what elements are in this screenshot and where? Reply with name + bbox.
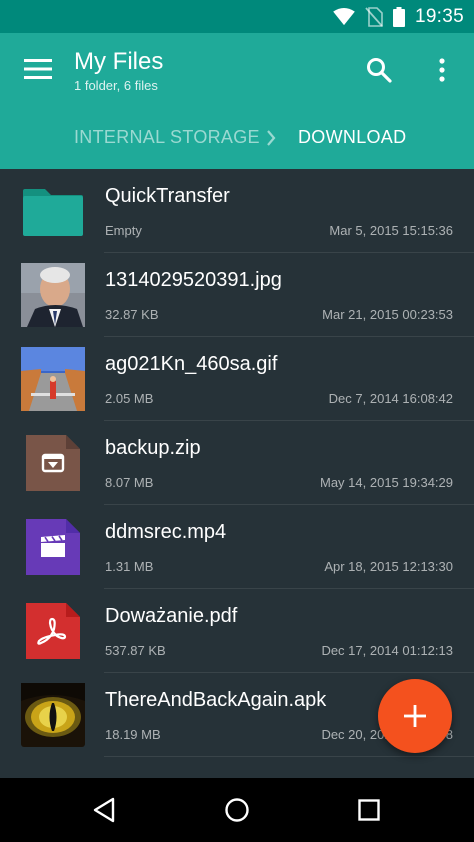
title-block: My Files 1 folder, 6 files (74, 47, 163, 95)
chevron-right-icon (263, 127, 279, 149)
file-name: Doważanie.pdf (105, 605, 238, 627)
home-button[interactable] (217, 790, 257, 830)
divider (104, 756, 474, 757)
add-fab-button[interactable] (378, 679, 452, 753)
search-icon (367, 58, 392, 83)
file-date: Apr 18, 2015 12:13:30 (324, 559, 453, 574)
file-date: Dec 17, 2014 01:12:13 (321, 643, 453, 658)
file-size: 2.05 MB (105, 391, 154, 406)
pdf-file-icon (21, 599, 85, 663)
file-date: May 14, 2015 19:34:29 (320, 475, 453, 490)
battery-icon (392, 6, 405, 27)
hamburger-menu-icon (24, 59, 52, 79)
apk-thumbnail (21, 683, 85, 747)
file-name: ag021Kn_460sa.gif (105, 353, 278, 375)
folder-icon (21, 179, 85, 243)
file-name: 1314029520391.jpg (105, 269, 282, 291)
navigation-bar (0, 778, 474, 842)
file-date: Mar 21, 2015 00:23:53 (322, 307, 453, 322)
file-name: QuickTransfer (105, 185, 230, 207)
home-icon (225, 798, 249, 822)
back-icon (93, 797, 115, 823)
video-file-icon (21, 515, 85, 579)
more-vert-icon (439, 58, 445, 82)
status-time: 19:35 (414, 5, 464, 27)
file-row-zip[interactable]: backup.zip 8.07 MB May 14, 2015 19:34:29 (0, 421, 474, 505)
file-row-jpg[interactable]: 1314029520391.jpg 32.87 KB Mar 21, 2015 … (0, 253, 474, 337)
file-size: 18.19 MB (105, 727, 161, 742)
file-name: ThereAndBackAgain.apk (105, 689, 327, 711)
file-size: 32.87 KB (105, 307, 159, 322)
wifi-icon (333, 7, 355, 25)
file-row-mp4[interactable]: ddmsrec.mp4 1.31 MB Apr 18, 2015 12:13:3… (0, 505, 474, 589)
archive-file-icon (21, 431, 85, 495)
image-thumbnail (21, 263, 85, 327)
search-button[interactable] (360, 51, 398, 89)
status-bar: 19:35 (0, 0, 474, 33)
file-size: 8.07 MB (105, 475, 154, 490)
file-row-pdf[interactable]: Doważanie.pdf 537.87 KB Dec 17, 2014 01:… (0, 589, 474, 673)
recents-icon (358, 799, 380, 821)
status-icons: 19:35 (333, 0, 464, 33)
recents-button[interactable] (349, 790, 389, 830)
back-button[interactable] (84, 790, 124, 830)
page-title: My Files (74, 48, 164, 75)
no-sim-icon (365, 6, 383, 27)
menu-button[interactable] (18, 53, 58, 85)
file-size: 1.31 MB (105, 559, 154, 574)
file-name: ddmsrec.mp4 (105, 521, 227, 543)
breadcrumb-internal-storage[interactable]: INTERNAL STORAGE (74, 127, 260, 148)
more-options-button[interactable] (426, 51, 458, 89)
gif-thumbnail (21, 347, 85, 411)
file-name: backup.zip (105, 437, 201, 459)
add-icon (404, 705, 426, 727)
breadcrumb: INTERNAL STORAGE DOWNLOAD (0, 119, 474, 159)
file-date: Mar 5, 2015 15:15:36 (329, 223, 453, 238)
file-size: 537.87 KB (105, 643, 166, 658)
file-row-gif[interactable]: ag021Kn_460sa.gif 2.05 MB Dec 7, 2014 16… (0, 337, 474, 421)
file-row-quicktransfer[interactable]: QuickTransfer Empty Mar 5, 2015 15:15:36 (0, 169, 474, 253)
file-size: Empty (105, 223, 142, 238)
app-bar: My Files 1 folder, 6 files INTERNAL STOR… (0, 33, 474, 169)
breadcrumb-download[interactable]: DOWNLOAD (298, 127, 406, 148)
page-subtitle: 1 folder, 6 files (74, 78, 158, 93)
file-date: Dec 7, 2014 16:08:42 (328, 391, 453, 406)
